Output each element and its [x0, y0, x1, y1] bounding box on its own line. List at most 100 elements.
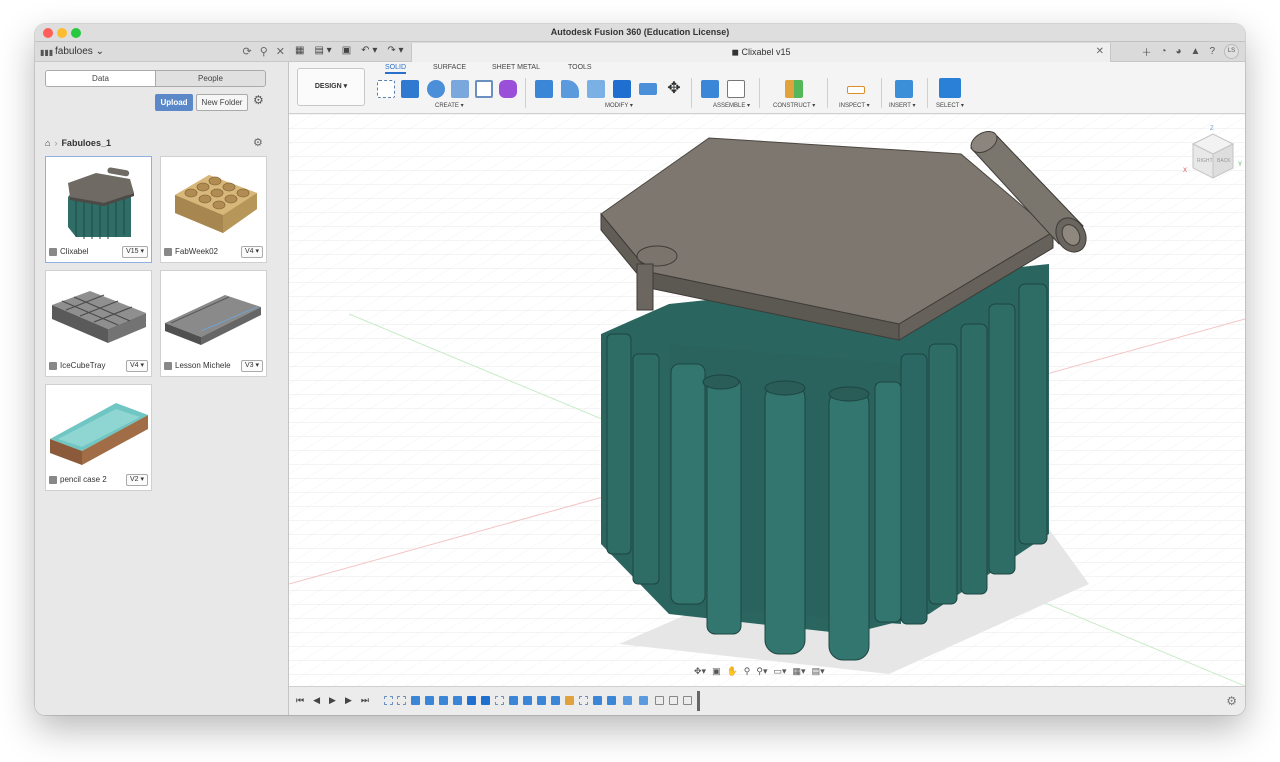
timeline-combine-feature[interactable] — [481, 696, 490, 705]
file-card-clixabel[interactable]: Clixabel V15 ▾ — [45, 156, 152, 263]
assemble-menu[interactable]: ASSEMBLE ▾ — [713, 102, 750, 109]
pan-hand-icon[interactable]: ✋ — [727, 666, 738, 680]
file-card-lesson-michele[interactable]: Lesson Michele V3 ▾ — [160, 270, 267, 377]
play-icon[interactable]: ▶ — [329, 695, 336, 706]
timeline-extrude-feature[interactable] — [425, 696, 434, 705]
look-at-icon[interactable]: ▣ — [712, 666, 721, 680]
timeline-extrude-feature[interactable] — [551, 696, 560, 705]
timeline-combine-feature[interactable] — [467, 696, 476, 705]
create-sketch-icon[interactable] — [377, 80, 395, 98]
split-body-icon[interactable] — [639, 83, 657, 95]
shell-icon[interactable] — [587, 80, 605, 98]
redo-icon[interactable]: ↷ ▾ — [387, 45, 403, 56]
select-icon[interactable] — [939, 78, 961, 98]
timeline-sketch-feature[interactable] — [384, 696, 393, 705]
undo-icon[interactable]: ↶ ▾ — [361, 45, 377, 56]
tab-people[interactable]: People — [156, 71, 265, 86]
tab-solid[interactable]: SOLID — [385, 64, 407, 74]
save-icon[interactable]: ▣ — [342, 45, 351, 56]
go-to-start-icon[interactable]: ⏮ — [296, 695, 304, 706]
timeline-joint-feature[interactable] — [655, 696, 664, 705]
select-menu[interactable]: SELECT ▾ — [936, 102, 964, 109]
create-menu[interactable]: CREATE ▾ — [435, 102, 464, 109]
version-badge[interactable]: V15 ▾ — [122, 246, 148, 258]
modify-menu[interactable]: MODIFY ▾ — [605, 102, 633, 109]
timeline-extrude-feature[interactable] — [509, 696, 518, 705]
inspect-menu[interactable]: INSPECT ▾ — [839, 102, 870, 109]
version-badge[interactable]: V4 ▾ — [240, 246, 263, 258]
timeline-settings-gear-icon[interactable]: ⚙ — [1226, 694, 1237, 708]
viewport-settings-icon[interactable]: ▤▾ — [812, 666, 825, 680]
document-tab[interactable]: ◼ Clixabel v15 ✕ — [411, 43, 1111, 62]
tab-surface[interactable]: SURFACE — [433, 64, 466, 71]
tab-sheet-metal[interactable]: SHEET METAL — [492, 64, 540, 71]
timeline-extrude-feature[interactable] — [523, 696, 532, 705]
insert-image-icon[interactable] — [895, 80, 913, 98]
job-status-icon[interactable]: ◕ — [1175, 46, 1181, 57]
home-icon[interactable]: ⌂ — [45, 138, 50, 148]
pattern-icon[interactable] — [475, 80, 493, 98]
create-form-icon[interactable] — [499, 80, 517, 98]
joint-icon[interactable] — [727, 80, 745, 98]
fit-zoom-icon[interactable]: ⚲▾ — [756, 666, 767, 680]
press-pull-icon[interactable] — [535, 80, 553, 98]
timeline-sketch-feature[interactable] — [397, 696, 406, 705]
data-panel-toggle-icon[interactable]: ▦ — [295, 45, 304, 56]
grid-settings-icon[interactable]: ▦▾ — [793, 666, 806, 680]
workspace-switcher[interactable]: DESIGN ▾ — [297, 68, 365, 106]
timeline-extrude-feature[interactable] — [411, 696, 420, 705]
display-settings-icon[interactable]: ▭▾ — [774, 666, 787, 680]
search-icon[interactable]: ⚲ — [260, 45, 268, 58]
timeline-extrude-feature[interactable] — [453, 696, 462, 705]
zoom-icon[interactable]: ⚲ — [744, 666, 751, 680]
measure-icon[interactable] — [847, 86, 865, 94]
file-card-pencil-case-2[interactable]: pencil case 2 V2 ▾ — [45, 384, 152, 491]
project-settings-icon[interactable]: ⚙ — [253, 136, 263, 149]
offset-plane-icon[interactable] — [785, 80, 803, 98]
new-folder-button[interactable]: New Folder — [196, 94, 248, 111]
construct-menu[interactable]: CONSTRUCT ▾ — [773, 102, 815, 109]
help-icon[interactable]: ? — [1209, 46, 1215, 57]
go-to-end-icon[interactable]: ⏭ — [361, 695, 369, 706]
version-badge[interactable]: V2 ▾ — [125, 474, 148, 486]
new-tab-icon[interactable]: ＋ — [1141, 44, 1151, 59]
timeline-extrude-feature[interactable] — [439, 696, 448, 705]
file-card-fabweek02[interactable]: FabWeek02 V4 ▾ — [160, 156, 267, 263]
step-forward-icon[interactable]: ▶ — [345, 695, 352, 706]
new-component-icon[interactable] — [701, 80, 719, 98]
hole-icon[interactable] — [451, 80, 469, 98]
notifications-bell-icon[interactable]: ▲ — [1191, 46, 1201, 57]
upload-button[interactable]: Upload — [155, 94, 193, 111]
timeline-joint-feature[interactable] — [669, 696, 678, 705]
version-badge[interactable]: V3 ▾ — [240, 360, 263, 372]
orbit-icon[interactable]: ✥▾ — [694, 666, 706, 680]
fillet-icon[interactable] — [561, 80, 579, 98]
timeline-plane-feature[interactable] — [565, 696, 574, 705]
tab-tools[interactable]: TOOLS — [568, 64, 592, 71]
timeline-pattern-feature[interactable] — [623, 696, 632, 705]
file-card-icecubetray[interactable]: IceCubeTray V4 ▾ — [45, 270, 152, 377]
panel-settings-gear-icon[interactable]: ⚙ — [253, 93, 264, 107]
extensions-icon[interactable]: ◔ — [1160, 46, 1166, 57]
refresh-icon[interactable]: ⟳ — [243, 45, 252, 58]
combine-icon[interactable] — [613, 80, 631, 98]
file-menu-icon[interactable]: ▤ ▾ — [314, 45, 331, 56]
avatar[interactable]: LS — [1224, 44, 1239, 59]
breadcrumb-project[interactable]: Fabuloes_1 — [61, 138, 111, 148]
team-switcher[interactable]: fabuloes ⌄ — [55, 46, 104, 57]
close-panel-icon[interactable]: ✕ — [276, 45, 285, 58]
timeline-extrude-feature[interactable] — [607, 696, 616, 705]
timeline-sketch-feature[interactable] — [495, 696, 504, 705]
timeline-pattern-feature[interactable] — [639, 696, 648, 705]
step-back-icon[interactable]: ◀ — [313, 695, 320, 706]
revolve-icon[interactable] — [427, 80, 445, 98]
move-icon[interactable]: ✥ — [665, 80, 683, 98]
timeline-extrude-feature[interactable] — [537, 696, 546, 705]
insert-menu[interactable]: INSERT ▾ — [889, 102, 915, 109]
timeline-sketch-feature[interactable] — [579, 696, 588, 705]
tab-data[interactable]: Data — [46, 71, 156, 86]
3d-viewport[interactable]: RIGHT BACK Z X Y ✥▾ ▣ ✋ ⚲ ⚲▾ ▭▾ ▦▾ ▤▾ — [289, 114, 1245, 686]
timeline-extrude-feature[interactable] — [593, 696, 602, 705]
extrude-icon[interactable] — [401, 80, 419, 98]
close-tab-icon[interactable]: ✕ — [1096, 46, 1104, 57]
